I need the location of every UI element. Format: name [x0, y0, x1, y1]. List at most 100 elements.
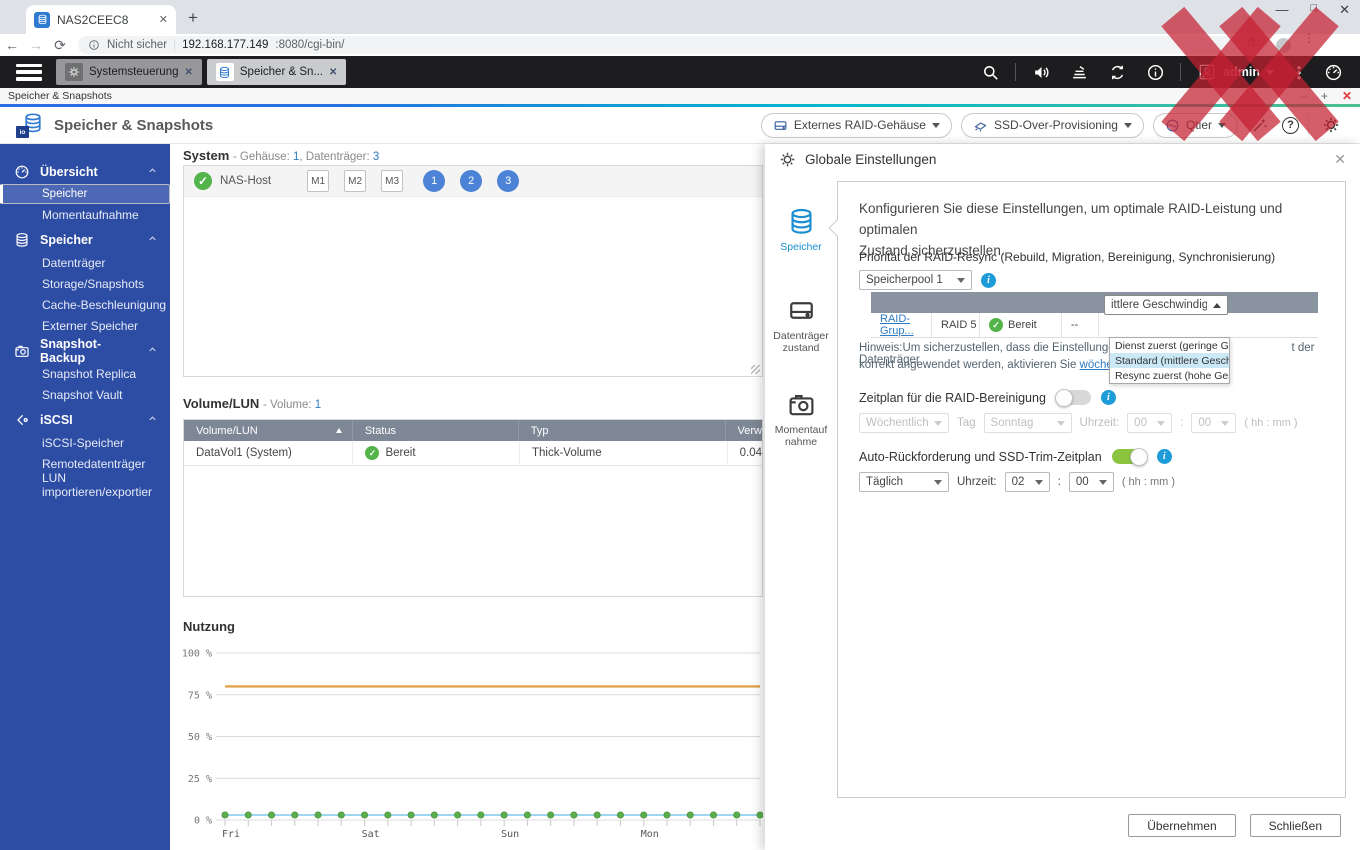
raid-resync-priority-label: Priorität der RAID-Resync (Rebuild, Migr… [859, 250, 1276, 264]
tab-speicher-snapshots[interactable]: Speicher & Sn... ✕ [206, 59, 347, 85]
sidebar-item-iscsi-speicher[interactable]: iSCSI-Speicher [0, 432, 170, 453]
button-label: SSD-Over-Provisioning [993, 118, 1118, 132]
new-tab-button[interactable]: + [188, 8, 198, 28]
info-icon[interactable]: i [981, 272, 996, 288]
sidebar-item-externer-speicher[interactable]: Externer Speicher [0, 315, 170, 336]
mslot-m2[interactable]: M2 [344, 170, 367, 192]
whats-new-wand-icon[interactable] [1247, 116, 1273, 134]
bookmark-star-icon[interactable] [1245, 36, 1258, 54]
panel-close-icon[interactable]: ✕ [1334, 151, 1346, 168]
window-maximize-icon[interactable]: □ [1310, 2, 1317, 18]
ssd-over-provisioning-button[interactable]: SSD-Over-Provisioning [960, 112, 1144, 138]
chrome-profile-avatar[interactable] [1276, 37, 1291, 53]
sidebar-item-storage-snapshots[interactable]: Storage/Snapshots [0, 273, 170, 294]
apply-button[interactable]: Übernehmen [1128, 814, 1236, 837]
app-window-titlebar[interactable]: Speicher & Snapshots – + ✕ [0, 88, 1360, 104]
sidebar-item-speicher-uebersicht[interactable]: Speicher [0, 184, 170, 204]
security-label[interactable]: Nicht sicher [107, 39, 167, 51]
tab-close-icon[interactable]: ✕ [185, 67, 193, 78]
sidebar-item-momentaufnahme[interactable]: Momentaufnahme [0, 204, 170, 225]
info-icon[interactable]: i [1100, 390, 1116, 405]
svg-text:50 %: 50 % [188, 732, 212, 743]
window-minimize-icon[interactable]: — [1275, 2, 1288, 18]
scrub-minute-select[interactable]: 00 [1191, 413, 1237, 433]
panel-tab-momentaufnahme[interactable]: Momentauf nahme [765, 390, 837, 448]
group-label: iSCSI [40, 413, 73, 427]
forward-icon[interactable]: → [24, 37, 48, 53]
external-raid-button[interactable]: Externes RAID-Gehäuse [760, 112, 952, 138]
info-icon[interactable]: i [1156, 449, 1172, 464]
panel-tab-speicher[interactable]: Speicher [765, 207, 837, 253]
iscsi-icon [17, 414, 28, 426]
more-options-icon[interactable]: • • • [1284, 61, 1314, 84]
omnibox[interactable]: Nicht sicher 192.168.177.149:8080/cgi-bi… [78, 36, 1268, 54]
app-minimize-icon[interactable]: – [1300, 89, 1307, 103]
qtier-button[interactable]: Qtier [1152, 112, 1238, 138]
search-icon[interactable] [971, 63, 1009, 82]
volume-icon[interactable] [1022, 63, 1060, 82]
settings-box: Konfigurieren Sie diese Einstellungen, u… [828, 181, 1346, 798]
app-maximize-icon[interactable]: + [1321, 89, 1328, 103]
browser-tab[interactable]: NAS2CEEC8 ✕ [26, 5, 176, 34]
back-icon[interactable]: ← [0, 37, 24, 53]
svg-text:Mon: Mon [641, 829, 659, 840]
resize-handle[interactable] [751, 365, 760, 374]
chrome-menu-icon[interactable]: ⋮ [1301, 31, 1317, 59]
raid-group-table: RAID-Grup... RAID 5 ✓ Bereit -- [871, 292, 1318, 338]
sidebar-nav: Übersicht Speicher Momentaufnahme Speich… [0, 144, 170, 850]
disk-slot-3[interactable]: 3 [497, 170, 520, 192]
sidebar-item-snapshot-replica[interactable]: Snapshot Replica [0, 363, 170, 384]
app-close-icon[interactable]: ✕ [1342, 89, 1352, 103]
pool-select[interactable]: Speicherpool 1 [859, 270, 972, 290]
trim-hour-select[interactable]: 02 [1004, 472, 1050, 492]
resync-speed-combobox[interactable]: ittlere Geschwindigkeit) [1104, 295, 1228, 315]
scrub-hour-select[interactable]: 00 [1127, 413, 1173, 433]
dropdown-option-service-first[interactable]: Dienst zuerst (geringe Ges... [1110, 338, 1229, 353]
scrub-day-select[interactable]: Sonntag [983, 413, 1072, 433]
tab-systemsteuerung[interactable]: Systemsteuerung ✕ [56, 59, 202, 85]
trim-toggle[interactable] [1111, 447, 1148, 466]
disk-health-icon [789, 302, 813, 319]
volume-table-header[interactable]: Volume/LUN Status Typ Verw [184, 420, 762, 441]
dropdown-option-standard[interactable]: Standard (mittlere Gesch... [1110, 353, 1229, 368]
table-row[interactable]: DataVol1 (System) ✓ Bereit Thick-Volume 0… [184, 441, 762, 466]
raid-group-link[interactable]: RAID-Grup... [880, 313, 931, 337]
scrub-frequency-select[interactable]: Wöchentlich [859, 413, 949, 433]
tab-close-icon[interactable]: ✕ [159, 13, 168, 26]
trim-frequency-select[interactable]: Täglich [859, 472, 949, 492]
notifications-info-icon[interactable] [1136, 63, 1174, 82]
raid-table-row[interactable]: RAID-Grup... RAID 5 ✓ Bereit -- [871, 313, 1318, 338]
mslot-m1[interactable]: M1 [307, 170, 330, 192]
chevron-up-icon [147, 342, 158, 360]
trim-minute-select[interactable]: 00 [1068, 472, 1114, 492]
help-icon[interactable]: ? [1282, 116, 1299, 134]
user-menu[interactable]: admin [1187, 62, 1284, 82]
disk-slot-1[interactable]: 1 [423, 170, 446, 192]
sidebar-group-uebersicht[interactable]: Übersicht [0, 160, 170, 184]
main-menu-icon[interactable] [16, 63, 42, 81]
window-close-icon[interactable]: ✕ [1339, 2, 1350, 18]
sidebar-item-snapshot-vault[interactable]: Snapshot Vault [0, 384, 170, 405]
hhmm-hint: ( hh : mm ) [1121, 476, 1175, 488]
sidebar-item-lun-import-export[interactable]: LUN importieren/exportier [0, 471, 170, 499]
sidebar-group-iscsi[interactable]: iSCSI [0, 408, 170, 432]
button-label: Externes RAID-Gehäuse [793, 118, 926, 132]
chevron-down-icon [1218, 122, 1226, 128]
settings-gear-icon[interactable] [1318, 116, 1344, 134]
close-button[interactable]: Schließen [1249, 814, 1341, 837]
nas-host-row[interactable]: ✓ NAS-Host M1 M2 M3 1 2 3 [184, 166, 762, 197]
tab-close-icon[interactable]: ✕ [329, 67, 337, 78]
sidebar-item-cache-beschleunigung[interactable]: Cache-Beschleunigung [0, 294, 170, 315]
sync-status-icon[interactable] [1098, 63, 1136, 82]
sidebar-group-snapshot-backup[interactable]: Snapshot-Backup [0, 337, 170, 365]
disk-slot-2[interactable]: 2 [460, 170, 483, 192]
mslot-m3[interactable]: M3 [381, 170, 404, 192]
background-tasks-icon[interactable] [1060, 63, 1098, 82]
sidebar-group-speicher[interactable]: Speicher [0, 228, 170, 252]
reload-icon[interactable]: ⟳ [48, 37, 72, 54]
scrub-toggle[interactable] [1054, 388, 1091, 407]
dashboard-icon[interactable] [1314, 63, 1352, 82]
sidebar-item-datentraeger[interactable]: Datenträger [0, 252, 170, 273]
panel-tab-datentraegerzustand[interactable]: Datenträger zustand [765, 296, 837, 354]
dropdown-option-resync-first[interactable]: Resync zuerst (hohe Gesc... [1110, 368, 1229, 383]
